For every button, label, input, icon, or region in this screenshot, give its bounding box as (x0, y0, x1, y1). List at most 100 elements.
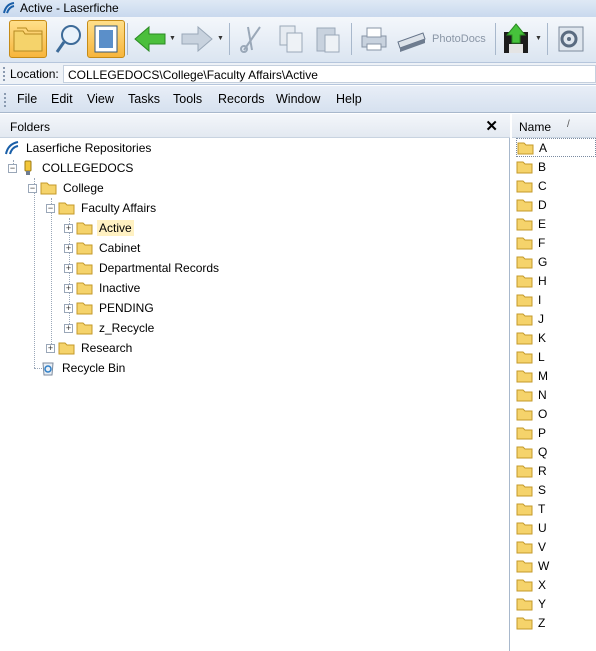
location-field[interactable]: COLLEGEDOCS\College\Faculty Affairs\Acti… (63, 65, 596, 83)
back-dropdown-icon[interactable]: ▼ (169, 35, 176, 42)
tree-item-z-recycle[interactable]: + z_Recycle (64, 318, 156, 338)
forward-dropdown-icon[interactable]: ▼ (217, 35, 224, 42)
tree-item-recycle-bin[interactable]: Recycle Bin (40, 358, 127, 378)
folder-icon (76, 282, 93, 295)
tree-item-label: z_Recycle (99, 321, 155, 335)
metadata-button[interactable] (87, 20, 125, 58)
close-icon[interactable]: ✕ (485, 117, 498, 135)
menu-edit[interactable]: Edit (51, 92, 73, 106)
paste-button[interactable] (309, 20, 347, 58)
menubar-grip[interactable] (4, 93, 6, 107)
back-button[interactable] (131, 20, 169, 58)
expand-icon[interactable]: + (64, 223, 73, 233)
folder-list-item[interactable]: B (516, 157, 596, 176)
folder-list-item[interactable]: Z (516, 613, 596, 632)
expand-icon[interactable]: + (64, 283, 73, 293)
folder-list-item[interactable]: D (516, 195, 596, 214)
folder-icon (516, 256, 533, 268)
toolbar-grip[interactable] (3, 67, 5, 81)
folder-list-label: B (538, 159, 547, 174)
copy-button[interactable] (272, 20, 310, 58)
search-button[interactable] (50, 20, 88, 58)
tree-item-departmental-records[interactable]: + Departmental Records (64, 258, 221, 278)
tree-item-repositories[interactable]: Laserfiche Repositories (4, 138, 153, 158)
menu-window[interactable]: Window (276, 92, 320, 106)
folder-icon (76, 322, 93, 335)
collapse-icon[interactable]: − (46, 203, 55, 213)
export-dropdown-icon[interactable]: ▼ (535, 35, 542, 42)
expand-icon[interactable]: + (64, 243, 73, 253)
folder-list-item[interactable]: R (516, 461, 596, 480)
print-button[interactable] (355, 20, 393, 58)
tree-item-pending[interactable]: + PENDING (64, 298, 156, 318)
folder-list-item[interactable]: A (516, 138, 596, 157)
scanner-icon (397, 32, 426, 52)
folder-list-item[interactable]: P (516, 423, 596, 442)
folder-list-item[interactable]: V (516, 537, 596, 556)
menu-records[interactable]: Records (218, 92, 265, 106)
menu-file[interactable]: File (17, 92, 37, 106)
menu-tools[interactable]: Tools (173, 92, 202, 106)
repository-icon (24, 160, 32, 175)
folder-list-label: Z (538, 615, 546, 630)
folder-icon (516, 579, 533, 591)
folder-list-item[interactable]: F (516, 233, 596, 252)
scan-button[interactable] (392, 20, 430, 58)
folder-list-item[interactable]: G (516, 252, 596, 271)
menu-tasks[interactable]: Tasks (128, 92, 160, 106)
folder-list-item[interactable]: O (516, 404, 596, 423)
folder-icon (76, 222, 93, 235)
tree-item-cabinet[interactable]: + Cabinet (64, 238, 142, 258)
forward-button[interactable] (178, 20, 216, 58)
folder-list-item[interactable]: W (516, 556, 596, 575)
expand-icon[interactable]: + (46, 343, 55, 353)
folder-list-item[interactable]: Y (516, 594, 596, 613)
folder-list-item[interactable]: S (516, 480, 596, 499)
collapse-icon[interactable]: − (28, 183, 37, 193)
folder-icon (516, 332, 533, 344)
tree-item-inactive[interactable]: + Inactive (64, 278, 142, 298)
folder-list-item[interactable]: N (516, 385, 596, 404)
tree-item-label: Active (97, 220, 134, 236)
collapse-icon[interactable]: − (8, 163, 17, 173)
magnifier-icon (55, 25, 81, 53)
folder-list-item[interactable]: X (516, 575, 596, 594)
folder-list-item[interactable]: C (516, 176, 596, 195)
folder-list-item[interactable]: J (516, 309, 596, 328)
menu-help[interactable]: Help (336, 92, 362, 106)
folder-icon (516, 598, 533, 610)
menu-view[interactable]: View (87, 92, 114, 106)
folder-list-item[interactable]: L (516, 347, 596, 366)
folder-list-item[interactable]: T (516, 499, 596, 518)
folder-list-label: X (538, 577, 547, 592)
tree-item-college[interactable]: − College (28, 178, 106, 198)
location-bar: Location: COLLEGEDOCS\College\Faculty Af… (0, 63, 596, 85)
expand-icon[interactable]: + (64, 303, 73, 313)
tree-item-active[interactable]: + Active (64, 218, 134, 238)
expand-icon[interactable]: + (64, 323, 73, 333)
toolbar-separator (127, 23, 128, 55)
folder-list-item[interactable]: U (516, 518, 596, 537)
settings-button[interactable] (551, 20, 589, 58)
expand-icon[interactable]: + (64, 263, 73, 273)
tree-item-research[interactable]: + Research (46, 338, 134, 358)
photodocs-button[interactable]: PhotoDocs (432, 33, 486, 45)
toolbar-separator (351, 23, 352, 55)
printer-icon (361, 27, 387, 51)
folder-list-item[interactable]: K (516, 328, 596, 347)
folder-list-item[interactable]: E (516, 214, 596, 233)
folders-view-button[interactable] (9, 20, 47, 58)
tree-item-collegedocs[interactable]: − COLLEGEDOCS (8, 158, 135, 178)
folder-icon (516, 389, 533, 401)
folder-icon (516, 484, 533, 496)
folder-list-item[interactable]: Q (516, 442, 596, 461)
tree-item-label: Research (81, 341, 133, 355)
folder-list-item[interactable]: M (516, 366, 596, 385)
tree-item-faculty-affairs[interactable]: − Faculty Affairs (46, 198, 158, 218)
export-button[interactable] (497, 20, 535, 58)
folder-list-item[interactable]: I (516, 290, 596, 309)
name-column-header[interactable]: Name / (512, 114, 596, 138)
folder-list-item[interactable]: H (516, 271, 596, 290)
tree-item-label: Inactive (99, 281, 141, 295)
cut-button[interactable] (233, 20, 271, 58)
